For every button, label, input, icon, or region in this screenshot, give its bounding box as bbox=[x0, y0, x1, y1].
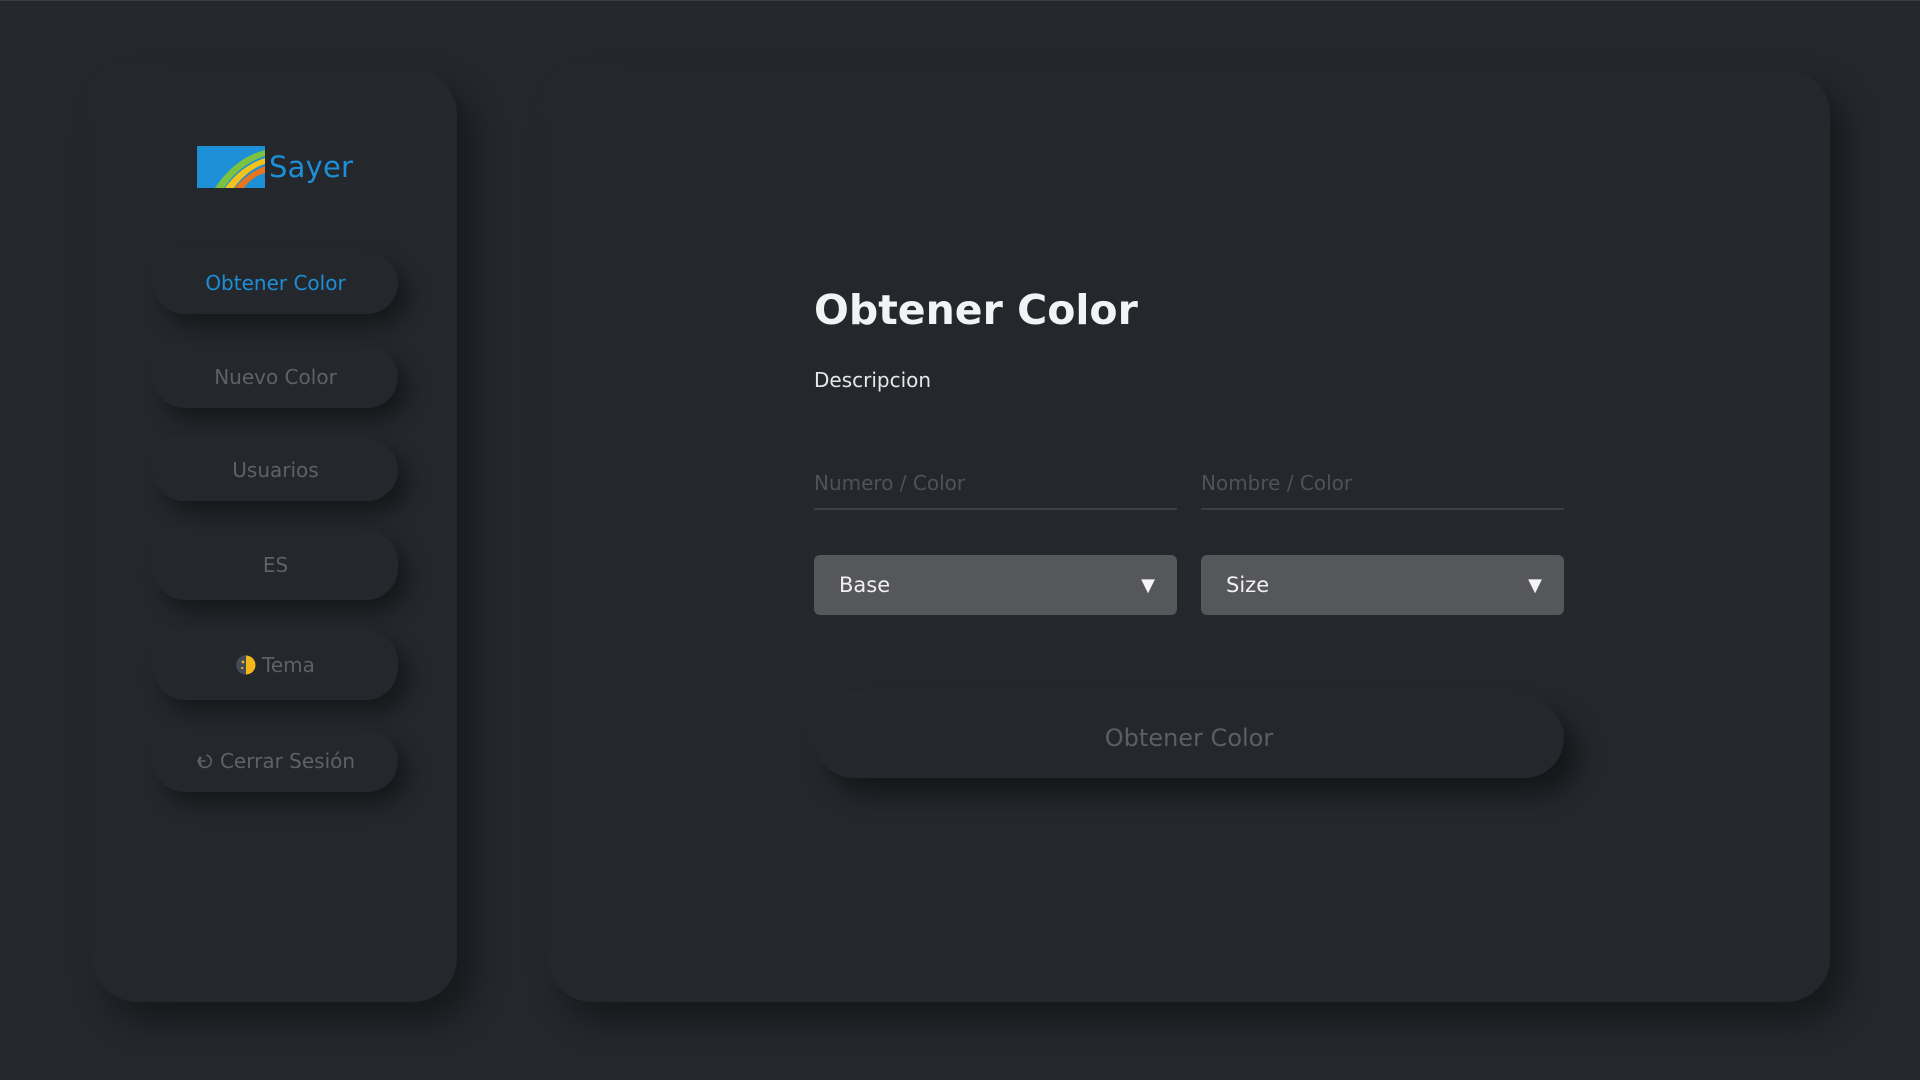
size-select[interactable]: Size ▼ bbox=[1201, 555, 1564, 615]
brand-logo[interactable]: Sayer bbox=[197, 146, 353, 188]
caret-down-icon: ▼ bbox=[1141, 574, 1155, 596]
base-select[interactable]: Base ▼ bbox=[814, 555, 1177, 615]
language-label: ES bbox=[262, 553, 289, 577]
nombre-color-input[interactable] bbox=[1201, 458, 1564, 510]
obtener-color-button[interactable]: Obtener Color bbox=[814, 698, 1564, 778]
logout-icon bbox=[196, 752, 214, 770]
brand-name: Sayer bbox=[269, 150, 354, 184]
size-select-value: Size bbox=[1226, 573, 1270, 597]
language-toggle-button[interactable]: ES bbox=[153, 530, 398, 600]
sidebar-item-label: Obtener Color bbox=[205, 271, 346, 295]
sidebar-item-label: Usuarios bbox=[232, 458, 319, 482]
sidebar-item-label: Nuevo Color bbox=[214, 365, 337, 389]
logout-label: Cerrar Sesión bbox=[219, 749, 356, 773]
page-title: Obtener Color bbox=[814, 286, 1138, 334]
caret-down-icon: ▼ bbox=[1528, 574, 1542, 596]
sidebar-item-usuarios[interactable]: Usuarios bbox=[153, 439, 398, 501]
sayer-logo-icon bbox=[197, 146, 265, 188]
sidebar: Sayer Obtener Color Nuevo Color Usuarios… bbox=[93, 70, 457, 1002]
page-description: Descripcion bbox=[814, 368, 932, 392]
logout-button[interactable]: Cerrar Sesión bbox=[153, 730, 398, 792]
base-select-value: Base bbox=[839, 573, 891, 597]
theme-toggle-button[interactable]: Tema bbox=[153, 630, 398, 700]
sidebar-item-nuevo-color[interactable]: Nuevo Color bbox=[153, 346, 398, 408]
main-panel: Obtener Color Descripcion Base ▼ Size ▼ … bbox=[548, 70, 1830, 1002]
sidebar-item-obtener-color[interactable]: Obtener Color bbox=[153, 252, 398, 314]
theme-half-moon-icon bbox=[236, 655, 256, 675]
window-top-border bbox=[0, 0, 1920, 1]
numero-color-input[interactable] bbox=[814, 458, 1177, 510]
theme-label: Tema bbox=[262, 653, 315, 677]
